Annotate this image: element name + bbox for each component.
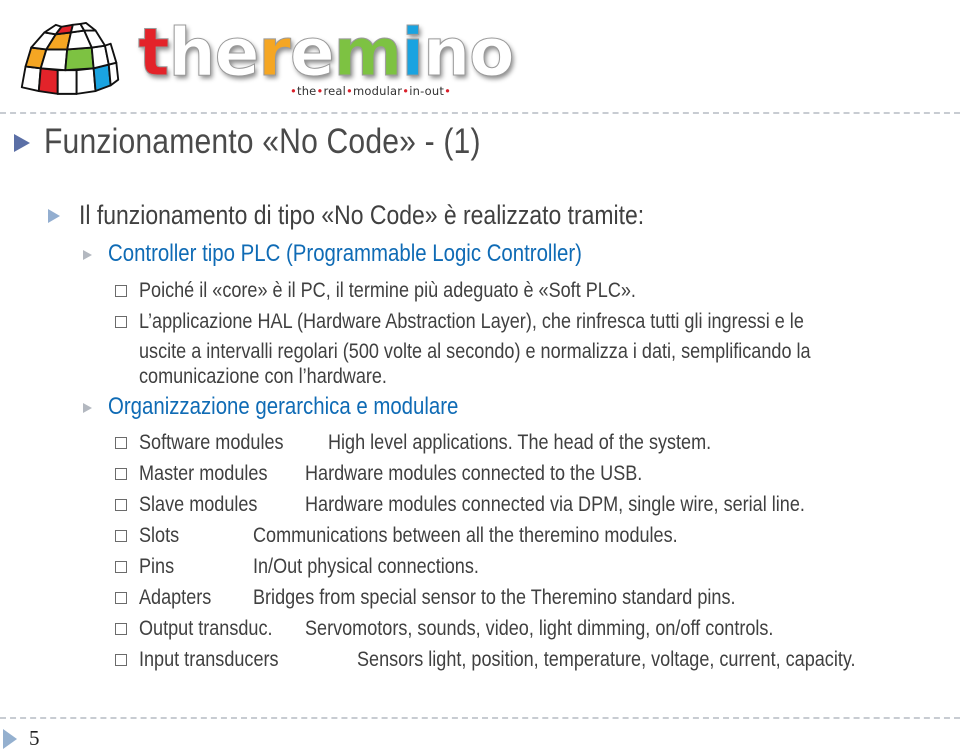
wordmark-letter: e (214, 14, 260, 91)
list-item-continuation: comunicazione con l’hardware. (139, 364, 387, 388)
module-desc: Communications between all the theremino… (253, 523, 678, 547)
intro-text: Il funzionamento di tipo «No Code» è rea… (79, 200, 645, 230)
bullet-square-icon (115, 561, 127, 573)
module-desc: Hardware modules connected via DPM, sing… (305, 492, 805, 516)
bullet-square-icon (115, 468, 127, 480)
title-bullet-icon (14, 134, 30, 152)
module-name: Output transduc. (139, 616, 273, 640)
slide-title-text: Funzionamento «No Code» - (1) (44, 122, 481, 161)
bullet-triangle-icon (83, 403, 92, 413)
module-desc: High level applications. The head of the… (328, 430, 712, 454)
module-desc: In/Out physical connections. (253, 554, 479, 578)
tagline-word: in-out (409, 84, 445, 98)
list-item: Poiché il «core» è il PC, il termine più… (139, 278, 636, 302)
theremino-logo: theremino •the•real•modular•in-out• (18, 17, 518, 103)
wordmark-letter: r (258, 14, 292, 91)
wordmark-letter: h (168, 14, 216, 91)
bullet-square-icon (115, 285, 127, 297)
wordmark-letter: o (469, 14, 515, 91)
module-desc: Hardware modules connected to the USB. (305, 461, 643, 485)
bullet-triangle-icon (83, 250, 92, 260)
bullet-square-icon (115, 623, 127, 635)
list-item-continuation: uscite a intervalli regolari (500 volte … (139, 339, 811, 363)
wordmark-letter: i (401, 14, 425, 91)
module-name: Slots (139, 523, 180, 547)
tagline-word: the (296, 84, 317, 98)
wordmark-letter: e (289, 14, 335, 91)
tagline-word: modular (353, 84, 403, 98)
section-heading-organization: Organizzazione gerarchica e modulare (108, 393, 459, 420)
tagline-word: real (323, 84, 347, 98)
section-heading-plc: Controller tipo PLC (Programmable Logic … (108, 240, 582, 267)
module-name: Master modules (139, 461, 268, 485)
bullet-square-icon (115, 654, 127, 666)
footer-divider (0, 717, 960, 719)
module-desc: Sensors light, position, temperature, vo… (357, 647, 856, 671)
bullet-square-icon (115, 316, 127, 328)
wordmark-letter: t (138, 14, 171, 91)
module-desc: Servomotors, sounds, video, light dimmin… (305, 616, 774, 640)
module-name: Slave modules (139, 492, 258, 516)
module-desc: Bridges from special sensor to the There… (253, 585, 736, 609)
wordmark-letter: n (423, 14, 471, 91)
logo-tagline: •the•real•modular•in-out• (290, 84, 452, 98)
module-name: Pins (139, 554, 175, 578)
wordmark-letter: m (333, 14, 403, 91)
theremino-wordmark: theremino (138, 17, 515, 88)
page-number: 5 (29, 726, 40, 750)
module-name: Adapters (139, 585, 212, 609)
footer-triangle-icon (3, 729, 17, 749)
bullet-square-icon (115, 437, 127, 449)
bullet-triangle-icon (48, 209, 60, 223)
list-item: L’applicazione HAL (Hardware Abstraction… (139, 309, 804, 333)
bullet-square-icon (115, 592, 127, 604)
header-divider (0, 112, 960, 114)
module-name: Software modules (139, 430, 284, 454)
module-name: Input transducers (139, 647, 279, 671)
bullet-square-icon (115, 530, 127, 542)
igloo-icon (20, 22, 120, 95)
bullet-square-icon (115, 499, 127, 511)
